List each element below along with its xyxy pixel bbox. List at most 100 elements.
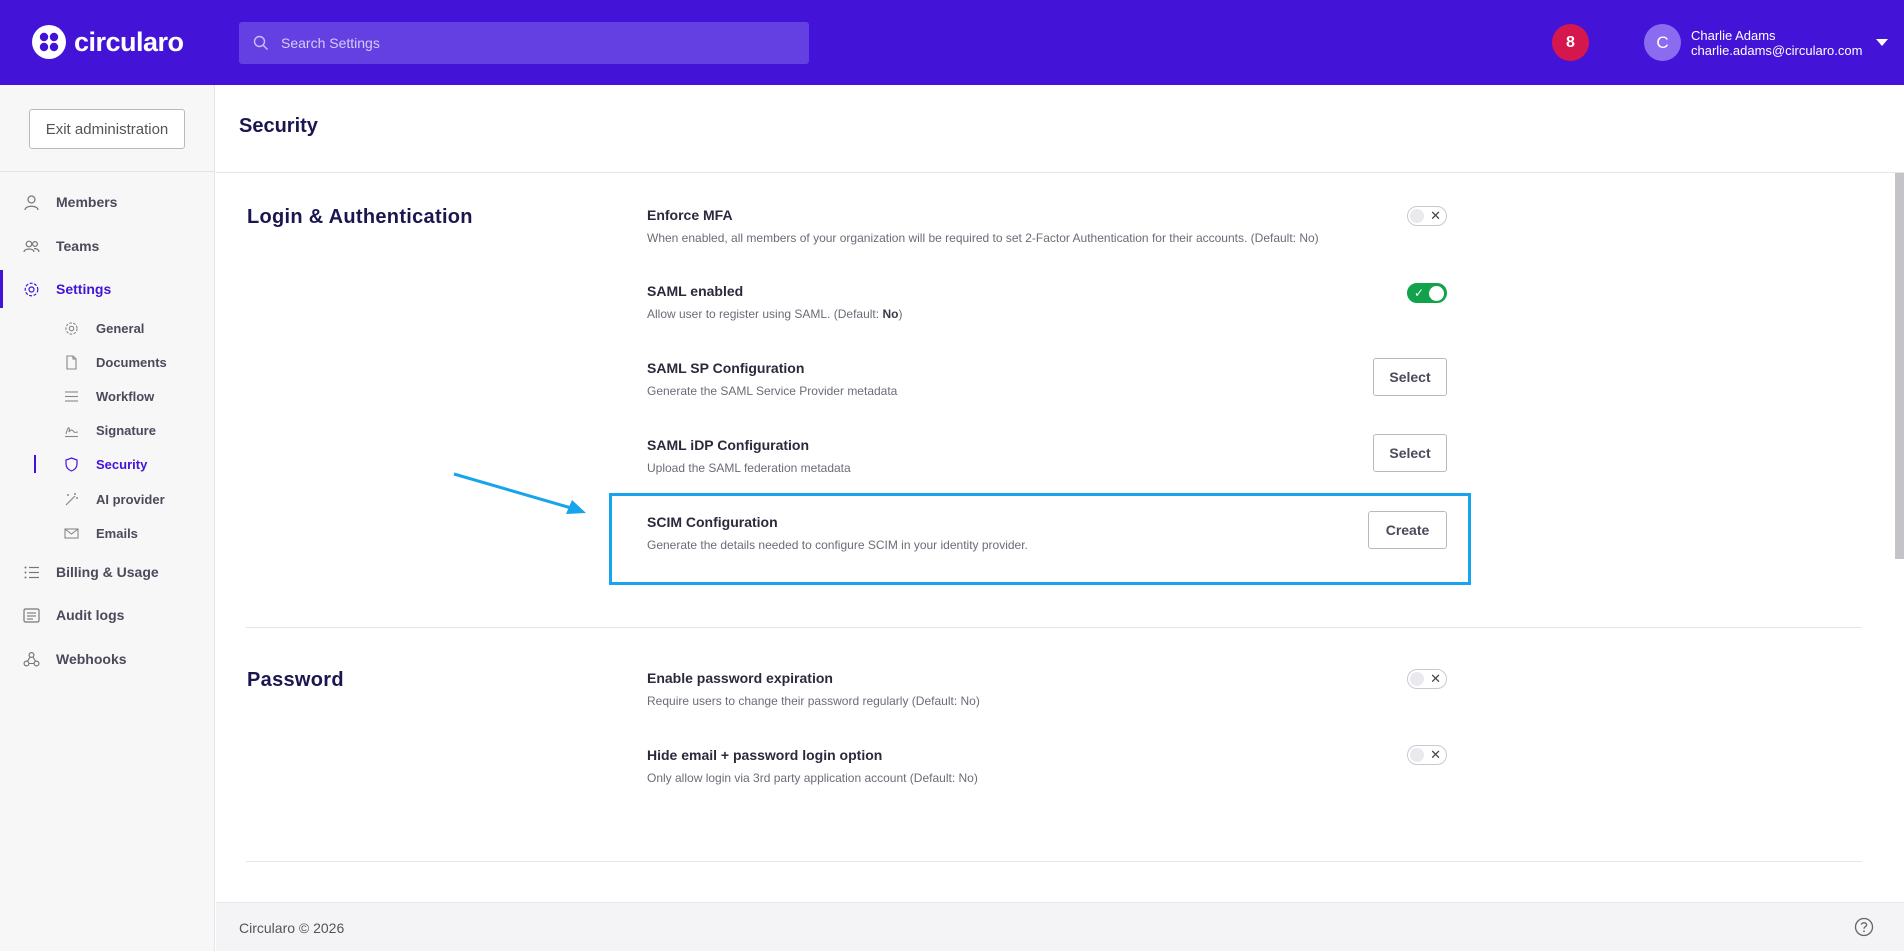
toggle-off-icon: ✕ bbox=[1430, 747, 1441, 762]
sidebar-subitem-ai-provider[interactable]: AI provider bbox=[0, 485, 215, 513]
sidebar-subitem-workflow[interactable]: Workflow bbox=[0, 382, 215, 410]
setting-title: Hide email + password login option bbox=[647, 747, 883, 763]
setting-description-text: Allow user to register using SAML. (Defa… bbox=[647, 307, 883, 321]
toggle-on-icon: ✓ bbox=[1414, 286, 1425, 300]
setting-description: Allow user to register using SAML. (Defa… bbox=[647, 307, 1447, 321]
sidebar-subitem-documents[interactable]: Documents bbox=[0, 348, 215, 376]
page-title: Security bbox=[239, 115, 318, 137]
search-box[interactable] bbox=[239, 22, 809, 64]
workflow-icon bbox=[65, 391, 78, 402]
section-divider bbox=[246, 627, 1862, 628]
gear-icon bbox=[24, 282, 39, 297]
page-header: Security bbox=[216, 85, 1904, 173]
setting-title: Enable password expiration bbox=[647, 670, 833, 686]
sidebar-subitem-label: Workflow bbox=[96, 388, 155, 404]
footer: Circularo © 2026 bbox=[216, 902, 1904, 951]
toggle-knob bbox=[1410, 209, 1424, 223]
copyright-text: Circularo © 2026 bbox=[239, 920, 345, 936]
sidebar-subitem-general[interactable]: General bbox=[0, 314, 215, 342]
saml-enabled-toggle[interactable]: ✓ bbox=[1407, 283, 1447, 303]
setting-title: SAML enabled bbox=[647, 283, 744, 299]
sidebar-subitem-security[interactable]: Security bbox=[0, 450, 215, 478]
user-email: charlie.adams@circularo.com bbox=[1691, 42, 1863, 58]
sidebar-item-label: Billing & Usage bbox=[56, 564, 159, 580]
sidebar-item-members[interactable]: Members bbox=[0, 186, 215, 218]
signature-icon bbox=[65, 427, 79, 438]
toggle-knob bbox=[1429, 286, 1444, 301]
sidebar-subitem-label: Security bbox=[96, 456, 148, 472]
log-icon bbox=[23, 608, 40, 623]
sidebar-divider bbox=[0, 171, 215, 172]
highlight-box bbox=[609, 493, 1471, 585]
toggle-off-icon: ✕ bbox=[1430, 671, 1441, 686]
sidebar-item-label: Members bbox=[56, 194, 118, 210]
sidebar-subitem-emails[interactable]: Emails bbox=[0, 519, 215, 547]
shield-icon bbox=[65, 457, 78, 472]
sidebar-item-settings[interactable]: Settings bbox=[0, 270, 215, 308]
setting-description: Upload the SAML federation metadata bbox=[647, 461, 851, 475]
section-title-login: Login & Authentication bbox=[247, 206, 473, 228]
hide-email-login-toggle[interactable]: ✕ bbox=[1407, 745, 1447, 765]
sidebar-subitem-label: Signature bbox=[96, 422, 156, 438]
search-input[interactable] bbox=[281, 35, 781, 51]
annotation-arrow-icon bbox=[453, 472, 586, 514]
setting-password-expiration: Enable password expiration Require users… bbox=[647, 670, 1447, 708]
setting-description: Generate the SAML Service Provider metad… bbox=[647, 384, 898, 398]
setting-default-value: No bbox=[882, 307, 899, 321]
list-icon bbox=[24, 566, 39, 579]
notification-badge[interactable]: 8 bbox=[1552, 24, 1589, 61]
enforce-mfa-toggle[interactable]: ✕ bbox=[1407, 206, 1447, 226]
sidebar-item-audit-logs[interactable]: Audit logs bbox=[0, 599, 215, 631]
setting-description: When enabled, all members of your organi… bbox=[647, 231, 1319, 245]
users-icon bbox=[23, 240, 40, 253]
user-menu[interactable]: C Charlie Adams charlie.adams@circularo.… bbox=[1644, 24, 1889, 61]
gear-icon bbox=[65, 322, 78, 335]
setting-hide-email-login: Hide email + password login option Only … bbox=[647, 747, 1447, 785]
setting-description: Only allow login via 3rd party applicati… bbox=[647, 771, 978, 785]
sidebar-subitem-label: Emails bbox=[96, 525, 138, 541]
sidebar-subitem-signature[interactable]: Signature bbox=[0, 416, 215, 444]
exit-administration-button[interactable]: Exit administration bbox=[29, 109, 185, 149]
wand-icon bbox=[65, 493, 78, 506]
sidebar-item-label: Teams bbox=[56, 238, 100, 254]
sidebar-subitem-label: AI provider bbox=[96, 491, 165, 507]
saml-sp-select-button[interactable]: Select bbox=[1373, 358, 1447, 396]
sidebar-item-webhooks[interactable]: Webhooks bbox=[0, 643, 215, 675]
sidebar-item-label: Settings bbox=[56, 281, 112, 297]
user-name: Charlie Adams bbox=[1691, 27, 1776, 43]
toggle-off-icon: ✕ bbox=[1430, 208, 1441, 223]
avatar: C bbox=[1644, 24, 1681, 61]
help-icon[interactable] bbox=[1854, 917, 1874, 937]
saml-idp-select-button[interactable]: Select bbox=[1373, 434, 1447, 472]
setting-title: SAML SP Configuration bbox=[647, 360, 805, 376]
sidebar-subitem-label: Documents bbox=[96, 354, 167, 370]
logo[interactable]: circularo bbox=[32, 25, 184, 59]
logo-text: circularo bbox=[74, 26, 184, 57]
user-icon bbox=[24, 195, 39, 211]
search-icon bbox=[253, 35, 268, 50]
sidebar-item-teams[interactable]: Teams bbox=[0, 230, 215, 262]
circularo-logo-icon bbox=[32, 25, 66, 59]
toggle-knob bbox=[1410, 748, 1424, 762]
sidebar-item-label: Webhooks bbox=[56, 651, 127, 667]
setting-title: Enforce MFA bbox=[647, 207, 733, 223]
document-icon bbox=[66, 355, 77, 370]
setting-enforce-mfa: Enforce MFA When enabled, all members of… bbox=[647, 207, 1447, 245]
setting-title: SAML iDP Configuration bbox=[647, 437, 810, 453]
sidebar-item-billing[interactable]: Billing & Usage bbox=[0, 556, 215, 588]
setting-description: Require users to change their password r… bbox=[647, 694, 980, 708]
sidebar: Exit administration Members Teams Settin… bbox=[0, 85, 215, 951]
sidebar-subitem-label: General bbox=[96, 320, 145, 336]
sidebar-item-label: Audit logs bbox=[56, 607, 125, 623]
top-bar: circularo 8 C Charlie Adams charlie.adam… bbox=[0, 0, 1904, 85]
mail-icon bbox=[64, 528, 79, 539]
webhook-icon bbox=[23, 651, 40, 667]
scrollbar[interactable] bbox=[1895, 173, 1904, 559]
setting-description-end: ) bbox=[898, 307, 903, 321]
section-divider bbox=[246, 861, 1862, 862]
password-expiration-toggle[interactable]: ✕ bbox=[1407, 669, 1447, 689]
section-title-password: Password bbox=[247, 669, 344, 691]
user-info: Charlie Adams charlie.adams@circularo.co… bbox=[1691, 28, 1862, 58]
setting-saml-sp: SAML SP Configuration Generate the SAML … bbox=[647, 360, 1447, 398]
caret-down-icon[interactable] bbox=[1876, 39, 1889, 46]
